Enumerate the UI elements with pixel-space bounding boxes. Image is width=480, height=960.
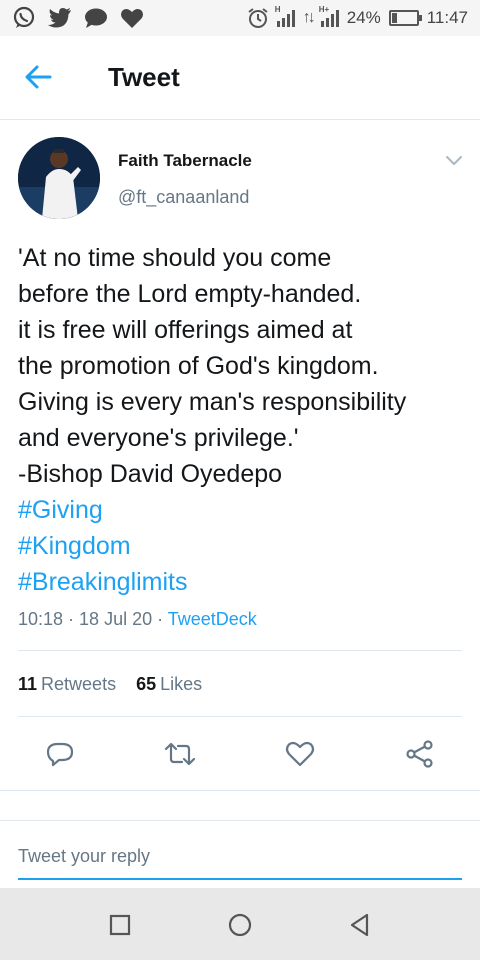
like-button[interactable]: [284, 738, 316, 770]
tweet-actions: [0, 734, 480, 774]
avatar[interactable]: [18, 137, 100, 219]
back-button[interactable]: [22, 62, 62, 94]
app-header: Tweet: [0, 36, 480, 120]
author-name[interactable]: Faith Tabernacle: [118, 151, 252, 171]
status-bar: H ↑↓ H+ 24% 11:47: [0, 0, 480, 36]
share-icon: [406, 740, 433, 768]
system-status: H ↑↓ H+ 24% 11:47: [247, 0, 468, 36]
home-button[interactable]: [227, 912, 253, 938]
hashtag-link[interactable]: #Giving: [18, 492, 468, 528]
tweet-text-line: it is free will offerings aimed at: [18, 316, 353, 344]
tweet-source-link[interactable]: TweetDeck: [168, 609, 257, 629]
circle-icon: [228, 913, 252, 937]
clock: 11:47: [426, 8, 468, 27]
tweet-text-line: 'At no time should you come: [18, 244, 332, 272]
tweet-text: 'At no time should you come before the L…: [18, 240, 468, 600]
retweet-button[interactable]: [163, 738, 196, 770]
signal-strength-icon-2: H+: [319, 5, 339, 27]
divider: [18, 716, 462, 717]
page-title: Tweet: [108, 62, 180, 92]
recent-apps-button[interactable]: [107, 912, 133, 938]
retweets-stat[interactable]: 11 Retweets: [18, 674, 116, 695]
divider: [0, 820, 480, 821]
divider: [18, 650, 462, 651]
hashtag-link[interactable]: #Kingdom: [18, 528, 468, 564]
arrow-left-icon: [25, 65, 52, 89]
signal-strength-icon-1: H: [275, 5, 295, 27]
alarm-icon: [248, 8, 268, 28]
system-navigation-bar: [0, 888, 480, 960]
battery-fill: [391, 13, 398, 23]
hashtag-link[interactable]: #Breakinglimits: [18, 564, 468, 600]
chat-bubble-icon: [85, 8, 107, 28]
tweet-text-line: before the Lord empty-handed.: [18, 280, 362, 308]
back-nav-button[interactable]: [347, 912, 373, 938]
retweet-icon: [164, 742, 196, 766]
retweets-count: 11: [18, 674, 38, 694]
likes-stat[interactable]: 65 Likes: [136, 674, 202, 695]
reply-input[interactable]: Tweet your reply: [18, 840, 462, 880]
retweets-label: Retweets: [41, 674, 117, 694]
triangle-back-icon: [350, 913, 369, 937]
reply-button[interactable]: [44, 738, 76, 770]
tweet-text-line: the promotion of God's kingdom.: [18, 352, 379, 380]
tweet-text-line: and everyone's privilege.': [18, 424, 299, 452]
notification-icons: [12, 6, 144, 30]
battery-percent: 24%: [346, 8, 381, 27]
data-transfer-icon: ↑↓: [302, 9, 316, 26]
whatsapp-icon: [13, 6, 35, 28]
tweet-timestamp: 10:18 · 18 Jul 20 ·: [18, 609, 168, 629]
divider: [0, 790, 480, 791]
tweet-text-line: Giving is every man's responsibility: [18, 388, 407, 416]
avatar-image: [18, 137, 100, 219]
tweet-text-line: -Bishop David Oyedepo: [18, 460, 283, 488]
twitter-icon: [48, 8, 71, 28]
share-button[interactable]: [404, 738, 436, 770]
author-handle[interactable]: @ft_canaanland: [118, 187, 249, 208]
engagement-stats: 11 Retweets 65 Likes: [18, 674, 202, 695]
square-icon: [109, 914, 131, 936]
tweet-metadata: 10:18 · 18 Jul 20 · TweetDeck: [18, 609, 257, 630]
likes-label: Likes: [160, 674, 203, 694]
more-options-button[interactable]: [442, 150, 466, 170]
battery-icon: [388, 10, 422, 26]
chevron-down-icon: [446, 156, 462, 165]
reply-placeholder: Tweet your reply: [18, 846, 151, 866]
like-icon: [285, 741, 315, 767]
reply-icon: [46, 742, 74, 767]
likes-count: 65: [136, 674, 157, 694]
heart-icon: [121, 9, 143, 29]
